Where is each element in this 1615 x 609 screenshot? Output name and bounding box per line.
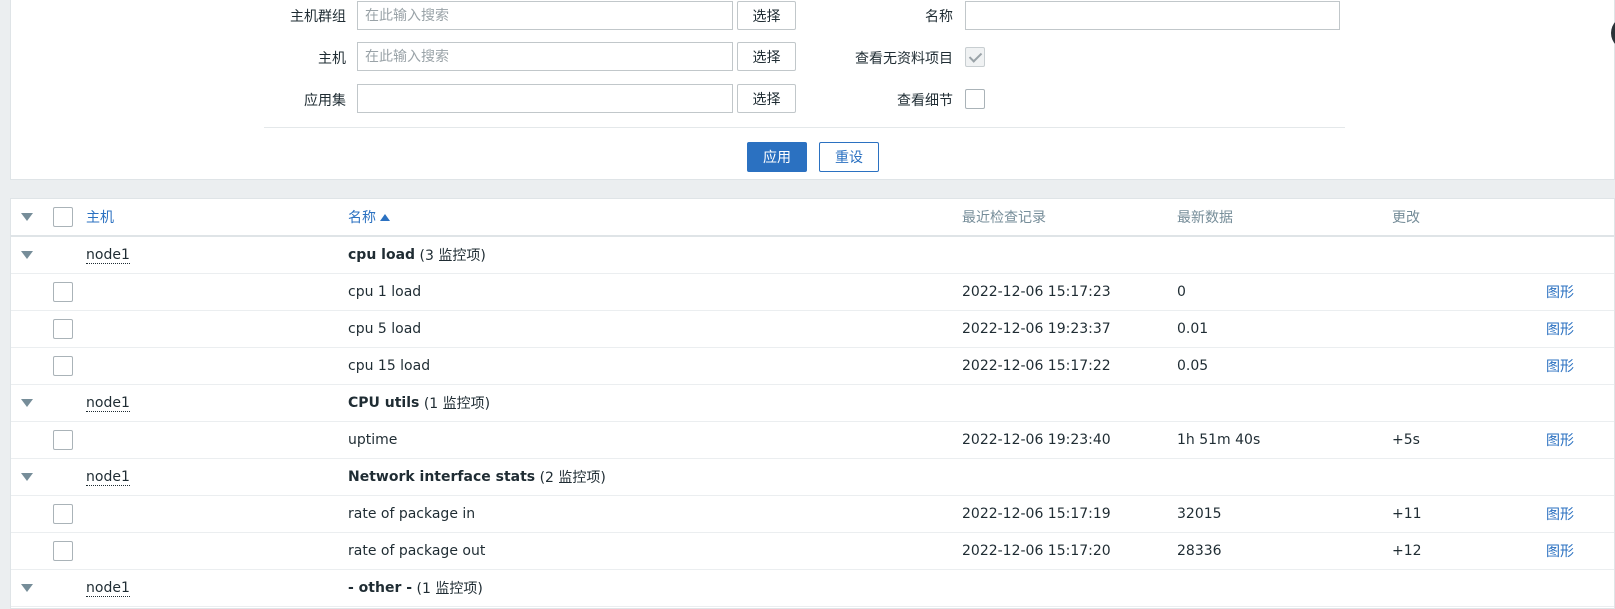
host-groups-label: 主机群组	[290, 9, 346, 25]
item-count: (1 监控项)	[416, 581, 483, 597]
column-name[interactable]: 名称	[348, 199, 390, 235]
host-link[interactable]: node1	[86, 395, 130, 412]
item-change: +12	[1392, 543, 1422, 559]
row-checkbox[interactable]	[53, 430, 73, 450]
graph-link[interactable]: 图形	[1546, 422, 1574, 458]
apply-button[interactable]: 应用	[747, 142, 807, 172]
latest-data-table: 主机 名称 最近检查记录 最新数据 更改 node1 cpu load (3 监…	[10, 198, 1615, 609]
sort-ascending-icon	[380, 213, 390, 221]
item-last-value: 32015	[1177, 506, 1222, 522]
item-name: cpu 15 load	[348, 358, 431, 374]
collapse-triangle-icon	[21, 251, 33, 259]
table-header: 主机 名称 最近检查记录 最新数据 更改	[11, 199, 1614, 237]
row-checkbox[interactable]	[53, 319, 73, 339]
graph-link[interactable]: 图形	[1546, 496, 1574, 532]
table-row: cpu 15 load 2022-12-06 15:17:22 0.05 图形	[11, 348, 1614, 385]
item-last-check: 2022-12-06 15:17:20	[962, 543, 1111, 559]
column-host[interactable]: 主机	[86, 199, 114, 235]
host-link[interactable]: node1	[86, 247, 130, 264]
name-input[interactable]	[965, 1, 1340, 30]
item-change: +11	[1392, 506, 1422, 522]
item-name: rate of package out	[348, 543, 486, 559]
application-input[interactable]	[357, 84, 733, 113]
item-last-value: 0	[1177, 284, 1186, 300]
item-count: (3 监控项)	[419, 248, 486, 264]
host-link[interactable]: node1	[86, 580, 130, 597]
collapse-triangle-icon	[21, 584, 33, 592]
row-checkbox[interactable]	[53, 541, 73, 561]
collapse-triangle-icon	[21, 399, 33, 407]
item-last-check: 2022-12-06 15:17:22	[962, 358, 1111, 374]
item-last-check: 2022-12-06 19:23:37	[962, 321, 1111, 337]
select-all-checkbox[interactable]	[53, 207, 73, 227]
reset-button[interactable]: 重设	[819, 142, 879, 172]
column-last-check: 最近检查记录	[962, 210, 1046, 226]
application-name: cpu load (3 监控项)	[348, 237, 486, 273]
row-checkbox[interactable]	[53, 282, 73, 302]
item-last-check: 2022-12-06 15:17:19	[962, 506, 1111, 522]
group-toggle[interactable]	[21, 570, 33, 606]
column-last-value: 最新数据	[1177, 210, 1233, 226]
application-name: - other - (1 监控项)	[348, 570, 483, 606]
collapse-triangle-icon	[21, 473, 33, 481]
row-checkbox[interactable]	[53, 356, 73, 376]
table-row: cpu 5 load 2022-12-06 19:23:37 0.01 图形	[11, 311, 1614, 348]
show-without-data-label: 查看无资料项目	[855, 51, 953, 67]
table-row: rate of package out 2022-12-06 15:17:20 …	[11, 533, 1614, 570]
item-count: (2 监控项)	[539, 470, 606, 486]
graph-link[interactable]: 图形	[1546, 311, 1574, 347]
application-title: Network interface stats	[348, 469, 536, 485]
group-toggle[interactable]	[21, 237, 33, 273]
hosts-input[interactable]	[357, 42, 733, 71]
show-details-label: 查看细节	[897, 93, 953, 109]
item-name: cpu 1 load	[348, 284, 422, 300]
filter-divider	[264, 127, 1345, 128]
application-title: - other -	[348, 580, 413, 596]
item-last-value: 0.05	[1177, 358, 1209, 374]
application-title: CPU utils	[348, 395, 420, 411]
item-last-value: 0.01	[1177, 321, 1209, 337]
collapse-triangle-icon	[21, 213, 33, 221]
application-title: cpu load	[348, 247, 416, 263]
table-row: cpu 1 load 2022-12-06 15:17:23 0 图形	[11, 274, 1614, 311]
table-row: rate of package in 2022-12-06 15:17:19 3…	[11, 496, 1614, 533]
group-toggle[interactable]	[21, 459, 33, 495]
table-row: uptime 2022-12-06 19:23:40 1h 51m 40s +5…	[11, 422, 1614, 459]
graph-link[interactable]: 图形	[1546, 533, 1574, 569]
column-name-label: 名称	[348, 210, 376, 226]
hosts-label: 主机	[318, 51, 346, 67]
graph-link[interactable]: 图形	[1546, 348, 1574, 384]
item-name: uptime	[348, 432, 398, 448]
application-name: Network interface stats (2 监控项)	[348, 459, 606, 495]
group-toggle[interactable]	[21, 385, 33, 421]
item-last-check: 2022-12-06 19:23:40	[962, 432, 1111, 448]
row-checkbox[interactable]	[53, 504, 73, 524]
show-without-data-checkbox[interactable]	[965, 47, 985, 67]
column-change: 更改	[1392, 210, 1420, 226]
group-row: node1 cpu load (3 监控项)	[11, 237, 1614, 274]
collapse-all-toggle[interactable]	[21, 199, 33, 235]
item-name: cpu 5 load	[348, 321, 422, 337]
group-row: node1 CPU utils (1 监控项)	[11, 385, 1614, 422]
graph-link[interactable]: 图形	[1546, 274, 1574, 310]
group-row: node1 - other - (1 监控项)	[11, 570, 1614, 607]
item-count: (1 监控项)	[423, 396, 491, 412]
name-label: 名称	[925, 9, 953, 25]
item-last-value: 1h 51m 40s	[1177, 432, 1261, 448]
show-details-checkbox[interactable]	[965, 89, 985, 109]
item-change: +5s	[1392, 432, 1420, 448]
item-name: rate of package in	[348, 506, 476, 522]
application-label: 应用集	[304, 93, 346, 109]
item-last-value: 28336	[1177, 543, 1222, 559]
item-last-check: 2022-12-06 15:17:23	[962, 284, 1111, 300]
host-link[interactable]: node1	[86, 469, 130, 486]
group-row: node1 Network interface stats (2 监控项)	[11, 459, 1614, 496]
application-name: CPU utils (1 监控项)	[348, 385, 490, 421]
host-groups-input[interactable]	[357, 1, 733, 30]
